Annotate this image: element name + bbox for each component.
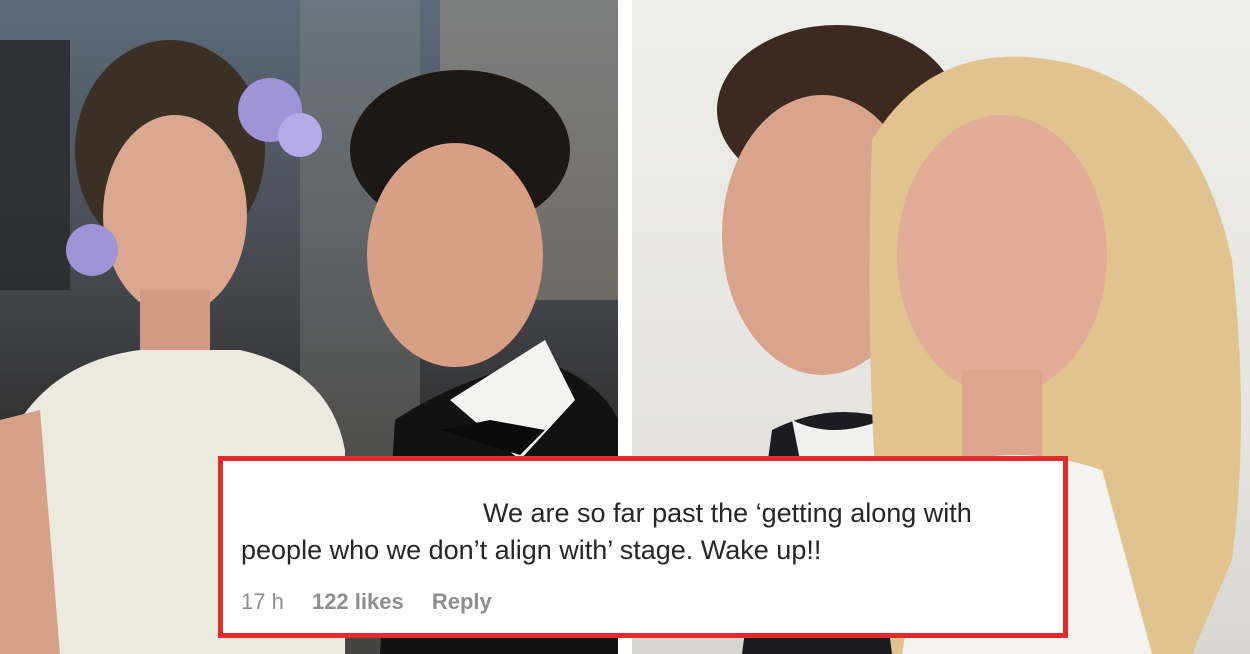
likes-count[interactable]: 122 likes	[312, 589, 404, 614]
highlighted-comment: We are so far past the ‘getting along wi…	[218, 456, 1068, 638]
comment-meta: 17 h 122 likes Reply	[241, 589, 514, 615]
comment-text: We are so far past the ‘getting along wi…	[241, 495, 1041, 569]
comment-text-line-2: people who we don’t align with’ stage. W…	[241, 535, 822, 565]
comment-timestamp: 17 h	[241, 589, 284, 614]
reply-button[interactable]: Reply	[432, 589, 492, 614]
comment-text-line-1: We are so far past the ‘getting along wi…	[483, 498, 972, 528]
